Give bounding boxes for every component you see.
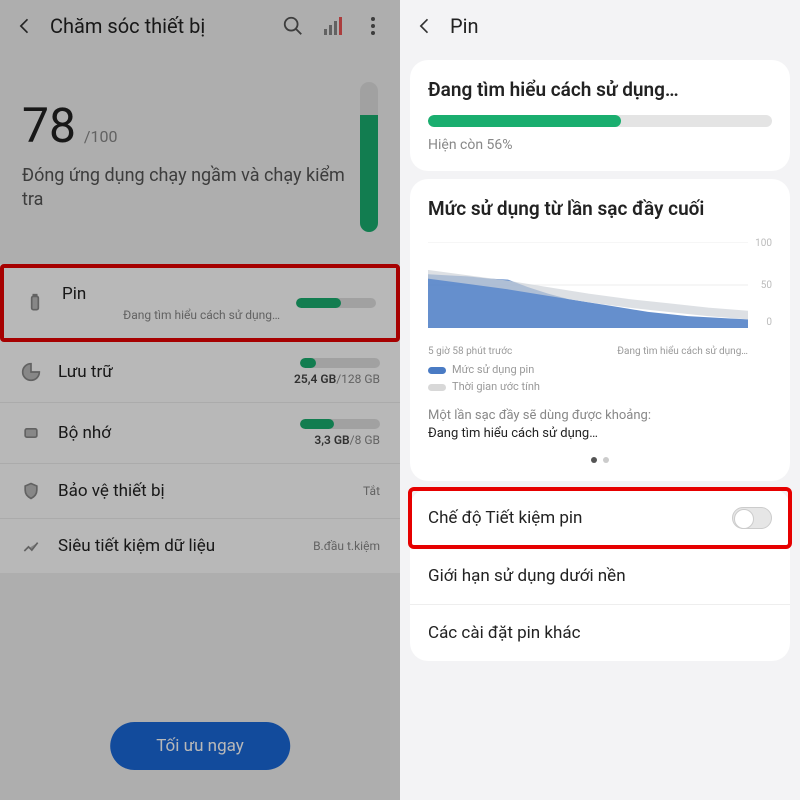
row-label: Pin: [62, 284, 280, 304]
battery-options: Chế độ Tiết kiệm pin Giới hạn sử dụng dư…: [410, 489, 790, 661]
legend-estimate: Thời gian ước tính: [428, 380, 772, 393]
option-label: Giới hạn sử dụng dưới nền: [428, 566, 626, 586]
row-detail: Đang tìm hiểu cách sử dụng…: [62, 308, 280, 322]
row-label: Bảo vệ thiết bị: [58, 481, 347, 501]
x-right: Đang tìm hiểu cách sử dụng…: [617, 346, 748, 357]
battery-screen: Pin Đang tìm hiểu cách sử dụng… Hiện còn…: [400, 0, 800, 800]
option-other-settings[interactable]: Các cài đặt pin khác: [410, 604, 790, 661]
row-value: B.đầu t.kiệm: [313, 539, 380, 553]
usage-card: Mức sử dụng từ lần sạc đầy cuối 100 50 0…: [410, 179, 790, 481]
pager-dots: [428, 457, 772, 463]
row-data-saver[interactable]: Siêu tiết kiệm dữ liệu B.đầu t.kiệm: [0, 519, 400, 573]
device-care-screen: Chăm sóc thiết bị 78 /100 Đóng ứng dụng …: [0, 0, 400, 800]
memory-icon: [20, 422, 42, 444]
appbar: Pin: [400, 0, 800, 52]
score-value: 78: [22, 97, 76, 154]
usage-chart: 100 50 0: [428, 234, 772, 344]
row-protection[interactable]: Bảo vệ thiết bị Tắt: [0, 464, 400, 519]
optimize-now-button[interactable]: Tối ưu ngay: [110, 722, 290, 770]
page-title: Chăm sóc thiết bị: [50, 14, 268, 38]
learning-card: Đang tìm hiểu cách sử dụng… Hiện còn 56%: [410, 60, 790, 171]
shield-icon: [20, 480, 42, 502]
toggle-off[interactable]: [732, 507, 772, 529]
learning-heading: Đang tìm hiểu cách sử dụng…: [428, 78, 772, 101]
legend-usage: Mức sử dụng pin: [428, 363, 772, 376]
care-list: Pin Đang tìm hiểu cách sử dụng… Lưu trữ …: [0, 264, 400, 573]
option-label: Chế độ Tiết kiệm pin: [428, 508, 582, 528]
back-icon[interactable]: [14, 15, 36, 37]
row-value: Tắt: [363, 484, 380, 498]
score-max: /100: [84, 127, 118, 146]
battery-progress: [428, 115, 772, 127]
row-memory[interactable]: Bộ nhớ 3,3 GB/8 GB: [0, 403, 400, 464]
score-subtitle: Đóng ứng dụng chạy ngầm và chạy kiểm tra: [22, 164, 348, 213]
row-storage[interactable]: Lưu trữ 25,4 GB/128 GB: [0, 342, 400, 403]
storage-icon: [20, 361, 42, 383]
score-bar: [360, 82, 378, 232]
page-title: Pin: [450, 14, 790, 38]
row-battery[interactable]: Pin Đang tìm hiểu cách sử dụng…: [0, 264, 400, 342]
remaining-text: Hiện còn 56%: [428, 137, 772, 153]
appbar: Chăm sóc thiết bị: [0, 0, 400, 52]
battery-mini: [296, 298, 376, 308]
appbar-actions: [282, 15, 390, 37]
row-label: Siêu tiết kiệm dữ liệu: [58, 536, 297, 556]
search-icon[interactable]: [282, 15, 304, 37]
signal-icon[interactable]: [322, 15, 344, 37]
data-icon: [20, 535, 42, 557]
more-icon[interactable]: [362, 15, 384, 37]
option-background-limit[interactable]: Giới hạn sử dụng dưới nền: [410, 547, 790, 604]
chart-legend: Mức sử dụng pin Thời gian ước tính: [428, 363, 772, 393]
battery-icon: [24, 292, 46, 314]
usage-note: Một lần sạc đầy sẽ dùng được khoảng: Đan…: [428, 407, 772, 443]
row-label: Lưu trữ: [58, 362, 278, 382]
back-icon[interactable]: [414, 15, 436, 37]
care-score: 78 /100 Đóng ứng dụng chạy ngầm và chạy …: [0, 52, 400, 242]
x-left: 5 giờ 58 phút trước: [428, 346, 512, 357]
usage-heading: Mức sử dụng từ lần sạc đầy cuối: [428, 197, 772, 220]
option-power-saving[interactable]: Chế độ Tiết kiệm pin: [410, 489, 790, 547]
row-label: Bộ nhớ: [58, 423, 284, 443]
option-label: Các cài đặt pin khác: [428, 623, 581, 643]
